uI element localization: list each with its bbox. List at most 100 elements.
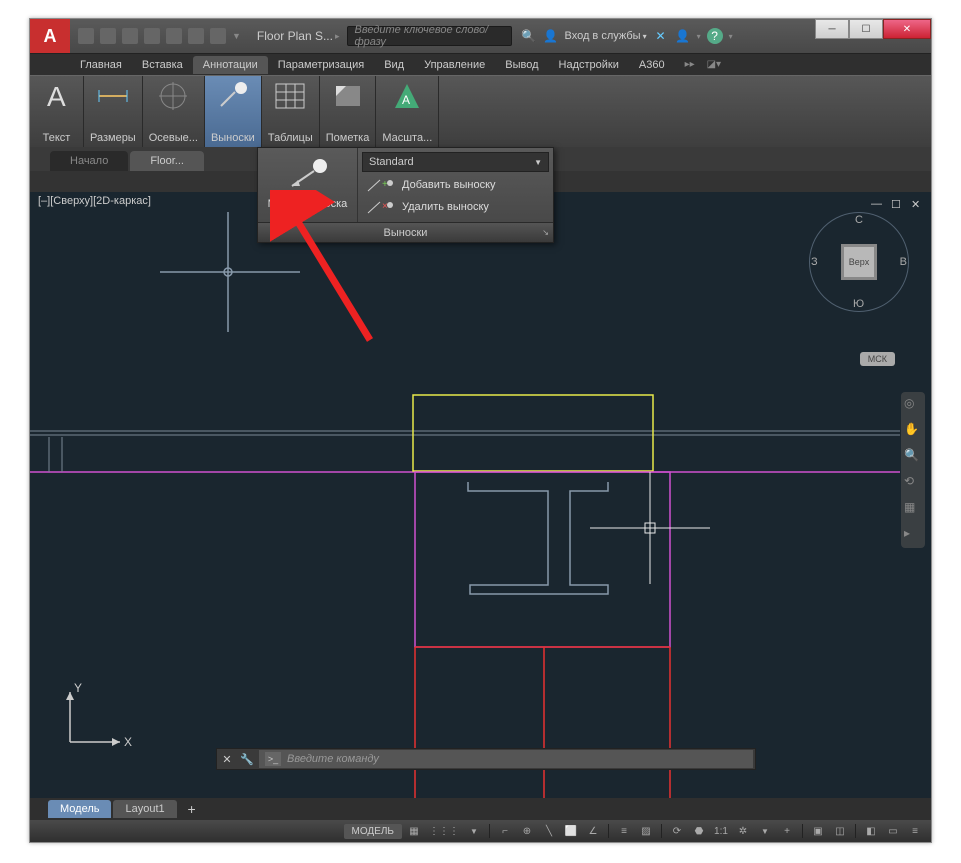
command-input[interactable]: >_ Введите команду bbox=[259, 750, 753, 768]
search-icon[interactable]: 🔍 bbox=[520, 28, 536, 44]
panel-leaders[interactable]: Выноски bbox=[205, 76, 262, 147]
sb-scale-label[interactable]: 1:1 bbox=[711, 822, 731, 840]
sb-grid-icon[interactable]: ▦ bbox=[404, 822, 424, 840]
tab-layout1[interactable]: Layout1 bbox=[113, 800, 176, 818]
viewport[interactable]: [–][Сверху][2D-каркас] — ☐ ✕ bbox=[30, 192, 931, 798]
new-icon[interactable] bbox=[78, 28, 94, 44]
print-icon[interactable] bbox=[166, 28, 182, 44]
open-icon[interactable] bbox=[100, 28, 116, 44]
command-line[interactable]: ✕ 🔧 >_ Введите команду bbox=[216, 748, 756, 770]
sb-gear-icon[interactable]: ✲ bbox=[733, 822, 753, 840]
app-logo[interactable]: A bbox=[30, 19, 70, 53]
compass-w: З bbox=[811, 256, 818, 268]
svg-text:X: X bbox=[124, 735, 132, 749]
undo-icon[interactable] bbox=[188, 28, 204, 44]
tab-addins[interactable]: Надстройки bbox=[549, 56, 629, 74]
sb-iso-icon[interactable]: ╲ bbox=[539, 822, 559, 840]
remove-leader-button[interactable]: × Удалить выноску bbox=[362, 196, 549, 218]
nav-more-icon[interactable]: ▸ bbox=[904, 526, 922, 544]
layout-tabs: Модель Layout1 + bbox=[30, 798, 931, 820]
pan-icon[interactable]: ✋ bbox=[904, 422, 922, 440]
tab-view[interactable]: Вид bbox=[374, 56, 414, 74]
showmotion-icon[interactable]: ▦ bbox=[904, 500, 922, 518]
scale-icon: A bbox=[389, 78, 425, 114]
cmd-settings-icon[interactable]: 🔧 bbox=[237, 753, 257, 766]
dialog-launcher-icon[interactable]: ↘ bbox=[542, 228, 549, 237]
maximize-button[interactable]: ☐ bbox=[849, 19, 883, 39]
sb-units-icon[interactable]: ◫ bbox=[830, 822, 850, 840]
cmd-prompt-icon: >_ bbox=[265, 752, 281, 766]
tab-insert[interactable]: Вставка bbox=[132, 56, 193, 74]
panel-centerlines[interactable]: Осевые... bbox=[143, 76, 205, 147]
sb-model-button[interactable]: МОДЕЛЬ bbox=[344, 824, 402, 839]
sb-osnap-icon[interactable]: ⬜ bbox=[561, 822, 581, 840]
sb-dropdown2-icon[interactable]: ▼ bbox=[755, 822, 775, 840]
sb-transp-icon[interactable]: ▨ bbox=[636, 822, 656, 840]
window-title: Floor Plan S... bbox=[257, 29, 333, 43]
saveas-icon[interactable] bbox=[144, 28, 160, 44]
ribbon-tabs: Главная Вставка Аннотации Параметризация… bbox=[30, 53, 931, 75]
sb-qp-icon[interactable]: ▣ bbox=[808, 822, 828, 840]
tab-manage[interactable]: Управление bbox=[414, 56, 495, 74]
minimize-button[interactable]: ─ bbox=[815, 19, 849, 39]
viewcube-top-face[interactable]: Верх bbox=[841, 244, 877, 280]
tab-file-active[interactable]: Floor... bbox=[130, 151, 204, 171]
leader-style-combo[interactable]: Standard▼ bbox=[362, 152, 549, 172]
cmd-close-icon[interactable]: ✕ bbox=[217, 753, 237, 766]
sb-otrack-icon[interactable]: ∠ bbox=[583, 822, 603, 840]
steering-wheel-icon[interactable]: ◎ bbox=[904, 396, 922, 414]
ucs-icon: X Y bbox=[60, 678, 140, 758]
svg-text:+: + bbox=[382, 179, 388, 190]
help-icon[interactable]: ? bbox=[707, 28, 723, 44]
tab-parametric[interactable]: Параметризация bbox=[268, 56, 374, 74]
save-icon[interactable] bbox=[122, 28, 138, 44]
redo-icon[interactable] bbox=[210, 28, 226, 44]
exchange-icon[interactable]: ✕ bbox=[653, 28, 669, 44]
zoom-icon[interactable]: 🔍 bbox=[904, 448, 922, 466]
tab-home[interactable]: Главная bbox=[70, 56, 132, 74]
ribbon-toggle-icon[interactable]: ▸▸ bbox=[685, 59, 701, 71]
sb-cycle-icon[interactable]: ⟳ bbox=[667, 822, 687, 840]
sb-dropdown-icon[interactable]: ▼ bbox=[464, 822, 484, 840]
login-link[interactable]: Вход в службы▾ bbox=[564, 30, 646, 42]
centerline-icon bbox=[155, 78, 191, 114]
panel-scale[interactable]: A Масшта... bbox=[376, 76, 439, 147]
sb-ortho-icon[interactable]: ⌐ bbox=[495, 822, 515, 840]
viewcube[interactable]: Верх С Ю В З bbox=[809, 212, 909, 312]
quick-access-toolbar: ▼ bbox=[70, 28, 249, 44]
add-leader-button[interactable]: + Добавить выноску bbox=[362, 174, 549, 196]
sb-snap-icon[interactable]: ⋮⋮⋮ bbox=[426, 822, 462, 840]
close-button[interactable]: ✕ bbox=[883, 19, 931, 39]
tab-output[interactable]: Вывод bbox=[495, 56, 548, 74]
multileader-label: Мультивыноска bbox=[268, 198, 348, 210]
add-layout-button[interactable]: + bbox=[183, 800, 201, 818]
tab-annotations[interactable]: Аннотации bbox=[193, 56, 268, 74]
dimension-icon bbox=[95, 78, 131, 114]
sb-iso2-icon[interactable]: ◧ bbox=[861, 822, 881, 840]
multileader-button[interactable]: Мультивыноска bbox=[258, 148, 358, 222]
text-icon: A bbox=[39, 78, 75, 114]
a360-icon[interactable]: 👤 bbox=[675, 28, 691, 44]
panel-dimensions[interactable]: Размеры bbox=[84, 76, 143, 147]
sb-anno-icon[interactable]: ⬣ bbox=[689, 822, 709, 840]
panel-markup[interactable]: Пометка bbox=[320, 76, 377, 147]
panel-tables[interactable]: Таблицы bbox=[262, 76, 320, 147]
orbit-icon[interactable]: ⟲ bbox=[904, 474, 922, 492]
sb-clean-icon[interactable]: ▭ bbox=[883, 822, 903, 840]
tab-a360[interactable]: A360 bbox=[629, 56, 675, 74]
user-icon[interactable]: 👤 bbox=[542, 28, 558, 44]
sb-plus-icon[interactable]: + bbox=[777, 822, 797, 840]
ribbon-menu-icon[interactable]: ◪▾ bbox=[707, 59, 723, 71]
sb-polar-icon[interactable]: ⊕ bbox=[517, 822, 537, 840]
leaders-panel-title[interactable]: Выноски ↘ bbox=[258, 222, 553, 242]
panel-text[interactable]: A Текст bbox=[30, 76, 84, 147]
sb-menu-icon[interactable]: ≡ bbox=[905, 822, 925, 840]
sb-lwt-icon[interactable]: ≡ bbox=[614, 822, 634, 840]
app-window: A ▼ Floor Plan S... ▸ Введите ключевое с… bbox=[29, 18, 932, 843]
leader-icon bbox=[215, 78, 251, 114]
search-input[interactable]: Введите ключевое слово/фразу bbox=[347, 26, 512, 46]
markup-icon bbox=[330, 78, 366, 114]
ucs-badge[interactable]: МСК bbox=[860, 352, 895, 366]
tab-model[interactable]: Модель bbox=[48, 800, 111, 818]
tab-start[interactable]: Начало bbox=[50, 151, 128, 171]
